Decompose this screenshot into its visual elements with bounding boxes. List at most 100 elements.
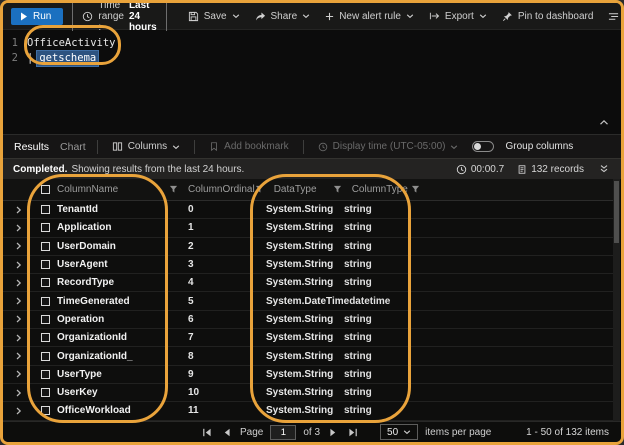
toggle-knob xyxy=(474,143,482,150)
query-table-name: OfficeActivity xyxy=(27,37,116,49)
share-button[interactable]: Share xyxy=(252,9,314,24)
row-expand-button[interactable] xyxy=(3,279,33,287)
line-number: 1 xyxy=(11,37,18,49)
row-expand-button[interactable] xyxy=(3,315,33,323)
pin-to-dashboard-button[interactable]: Pin to dashboard xyxy=(499,9,597,24)
records-value: 132 records xyxy=(531,163,584,175)
first-page-icon xyxy=(203,428,211,436)
row-expand-button[interactable] xyxy=(3,261,33,269)
chevron-right-icon xyxy=(16,407,21,415)
share-icon xyxy=(255,11,265,21)
run-button[interactable]: Run xyxy=(11,7,64,25)
first-page-button[interactable] xyxy=(200,428,214,437)
clock-icon xyxy=(456,164,466,174)
row-expand-button[interactable] xyxy=(3,389,33,397)
query-editor[interactable]: 1 OfficeActivity 2 | getschema xyxy=(3,31,621,134)
row-expand-button[interactable] xyxy=(3,370,33,378)
tabbar-divider xyxy=(302,139,304,154)
header-column-type[interactable]: ColumnType xyxy=(352,184,430,195)
table-row[interactable]: UserAgent 3 System.String string xyxy=(3,256,613,275)
table-row[interactable]: RecordType 4 System.String string xyxy=(3,274,613,293)
page-size-select[interactable]: 50 xyxy=(380,424,419,440)
expand-results-button[interactable] xyxy=(597,164,611,174)
row-checkbox[interactable] xyxy=(40,333,50,343)
row-checkbox[interactable] xyxy=(40,260,50,270)
add-bookmark-button[interactable]: Add bookmark xyxy=(206,139,291,154)
query-status-bar: Completed. Showing results from the last… xyxy=(3,158,621,179)
row-checkbox[interactable] xyxy=(40,314,50,324)
cell-column-name: OfficeWorkload xyxy=(57,405,131,417)
chevron-down-icon xyxy=(172,144,180,149)
table-row[interactable]: OrganizationId 7 System.String string xyxy=(3,329,613,348)
chevron-right-icon xyxy=(16,334,21,342)
table-row[interactable]: OfficeWorkload 11 System.String string xyxy=(3,402,613,421)
page-number-input[interactable] xyxy=(270,424,297,440)
vertical-scrollbar[interactable] xyxy=(613,179,620,421)
format-query-button[interactable]: Format query xyxy=(605,9,621,24)
header-column-name[interactable]: ColumnName xyxy=(57,184,188,195)
new-alert-rule-button[interactable]: New alert rule xyxy=(322,9,417,24)
cell-column-name: Operation xyxy=(57,313,105,325)
query-operator-highlighted: getschema xyxy=(36,50,100,67)
tab-chart[interactable]: Chart xyxy=(60,141,86,153)
row-checkbox[interactable] xyxy=(40,205,50,215)
group-columns-toggle[interactable] xyxy=(472,141,495,152)
cell-column-name: UserKey xyxy=(57,387,98,399)
row-expand-button[interactable] xyxy=(3,352,33,360)
columns-button[interactable]: Columns xyxy=(109,139,183,154)
row-expand-button[interactable] xyxy=(3,407,33,415)
plus-icon xyxy=(326,12,334,20)
cell-data-type: System.String xyxy=(266,259,334,271)
header-column-ordinal[interactable]: ColumnOrdinal xyxy=(188,184,274,195)
table-row[interactable]: UserKey 10 System.String string xyxy=(3,384,613,403)
scrollbar-thumb[interactable] xyxy=(614,181,619,243)
row-expand-button[interactable] xyxy=(3,242,33,250)
filter-funnel-icon[interactable] xyxy=(333,185,342,194)
row-checkbox[interactable] xyxy=(40,278,50,288)
page-of-label: of 3 xyxy=(303,426,321,438)
table-row[interactable]: TenantId 0 System.String string xyxy=(3,201,613,220)
display-time-button[interactable]: Display time (UTC-05:00) xyxy=(315,139,462,154)
filter-funnel-icon[interactable] xyxy=(169,185,178,194)
table-row[interactable]: Operation 6 System.String string xyxy=(3,311,613,330)
chevron-right-icon xyxy=(16,352,21,360)
pipe-operator: | xyxy=(27,52,34,64)
next-page-button[interactable] xyxy=(327,428,339,437)
cell-column-name: UserAgent xyxy=(57,259,108,271)
time-range-value: Last 24 hours xyxy=(128,0,157,33)
collapse-editor-button[interactable] xyxy=(599,114,609,129)
filter-funnel-icon[interactable] xyxy=(411,185,420,194)
select-all-checkbox[interactable] xyxy=(40,185,50,194)
export-button[interactable]: Export xyxy=(426,9,490,24)
row-checkbox[interactable] xyxy=(40,406,50,416)
row-checkbox[interactable] xyxy=(40,296,50,306)
table-row[interactable]: Application 1 System.String string xyxy=(3,219,613,238)
header-data-type[interactable]: DataType xyxy=(274,184,352,195)
cell-column-type: string xyxy=(344,222,372,234)
cell-column-type: string xyxy=(344,313,372,325)
filter-funnel-icon[interactable] xyxy=(255,185,264,194)
previous-page-button[interactable] xyxy=(221,428,233,437)
chevron-up-icon xyxy=(600,119,608,125)
last-page-button[interactable] xyxy=(346,428,360,437)
table-row[interactable]: UserType 9 System.String string xyxy=(3,366,613,384)
chevron-right-icon xyxy=(16,297,21,305)
table-row[interactable]: OrganizationId_ 8 System.String string xyxy=(3,347,613,366)
row-expand-button[interactable] xyxy=(3,224,33,232)
row-checkbox[interactable] xyxy=(40,223,50,233)
query-toolbar: Run Time range : Last 24 hours Save Shar… xyxy=(3,0,621,36)
row-checkbox[interactable] xyxy=(40,388,50,398)
save-button[interactable]: Save xyxy=(185,9,243,24)
cell-data-type: System.String xyxy=(266,350,334,362)
cell-column-ordinal: 1 xyxy=(188,222,194,234)
tab-results[interactable]: Results xyxy=(14,141,49,153)
row-expand-button[interactable] xyxy=(3,334,33,342)
row-expand-button[interactable] xyxy=(3,206,33,214)
table-row[interactable]: UserDomain 2 System.String string xyxy=(3,238,613,256)
row-expand-button[interactable] xyxy=(3,297,33,305)
status-message: Showing results from the last 24 hours. xyxy=(71,163,245,175)
row-checkbox[interactable] xyxy=(40,241,50,251)
row-checkbox[interactable] xyxy=(40,369,50,379)
table-row[interactable]: TimeGenerated 5 System.DateTime datetime xyxy=(3,292,613,311)
row-checkbox[interactable] xyxy=(40,351,50,361)
